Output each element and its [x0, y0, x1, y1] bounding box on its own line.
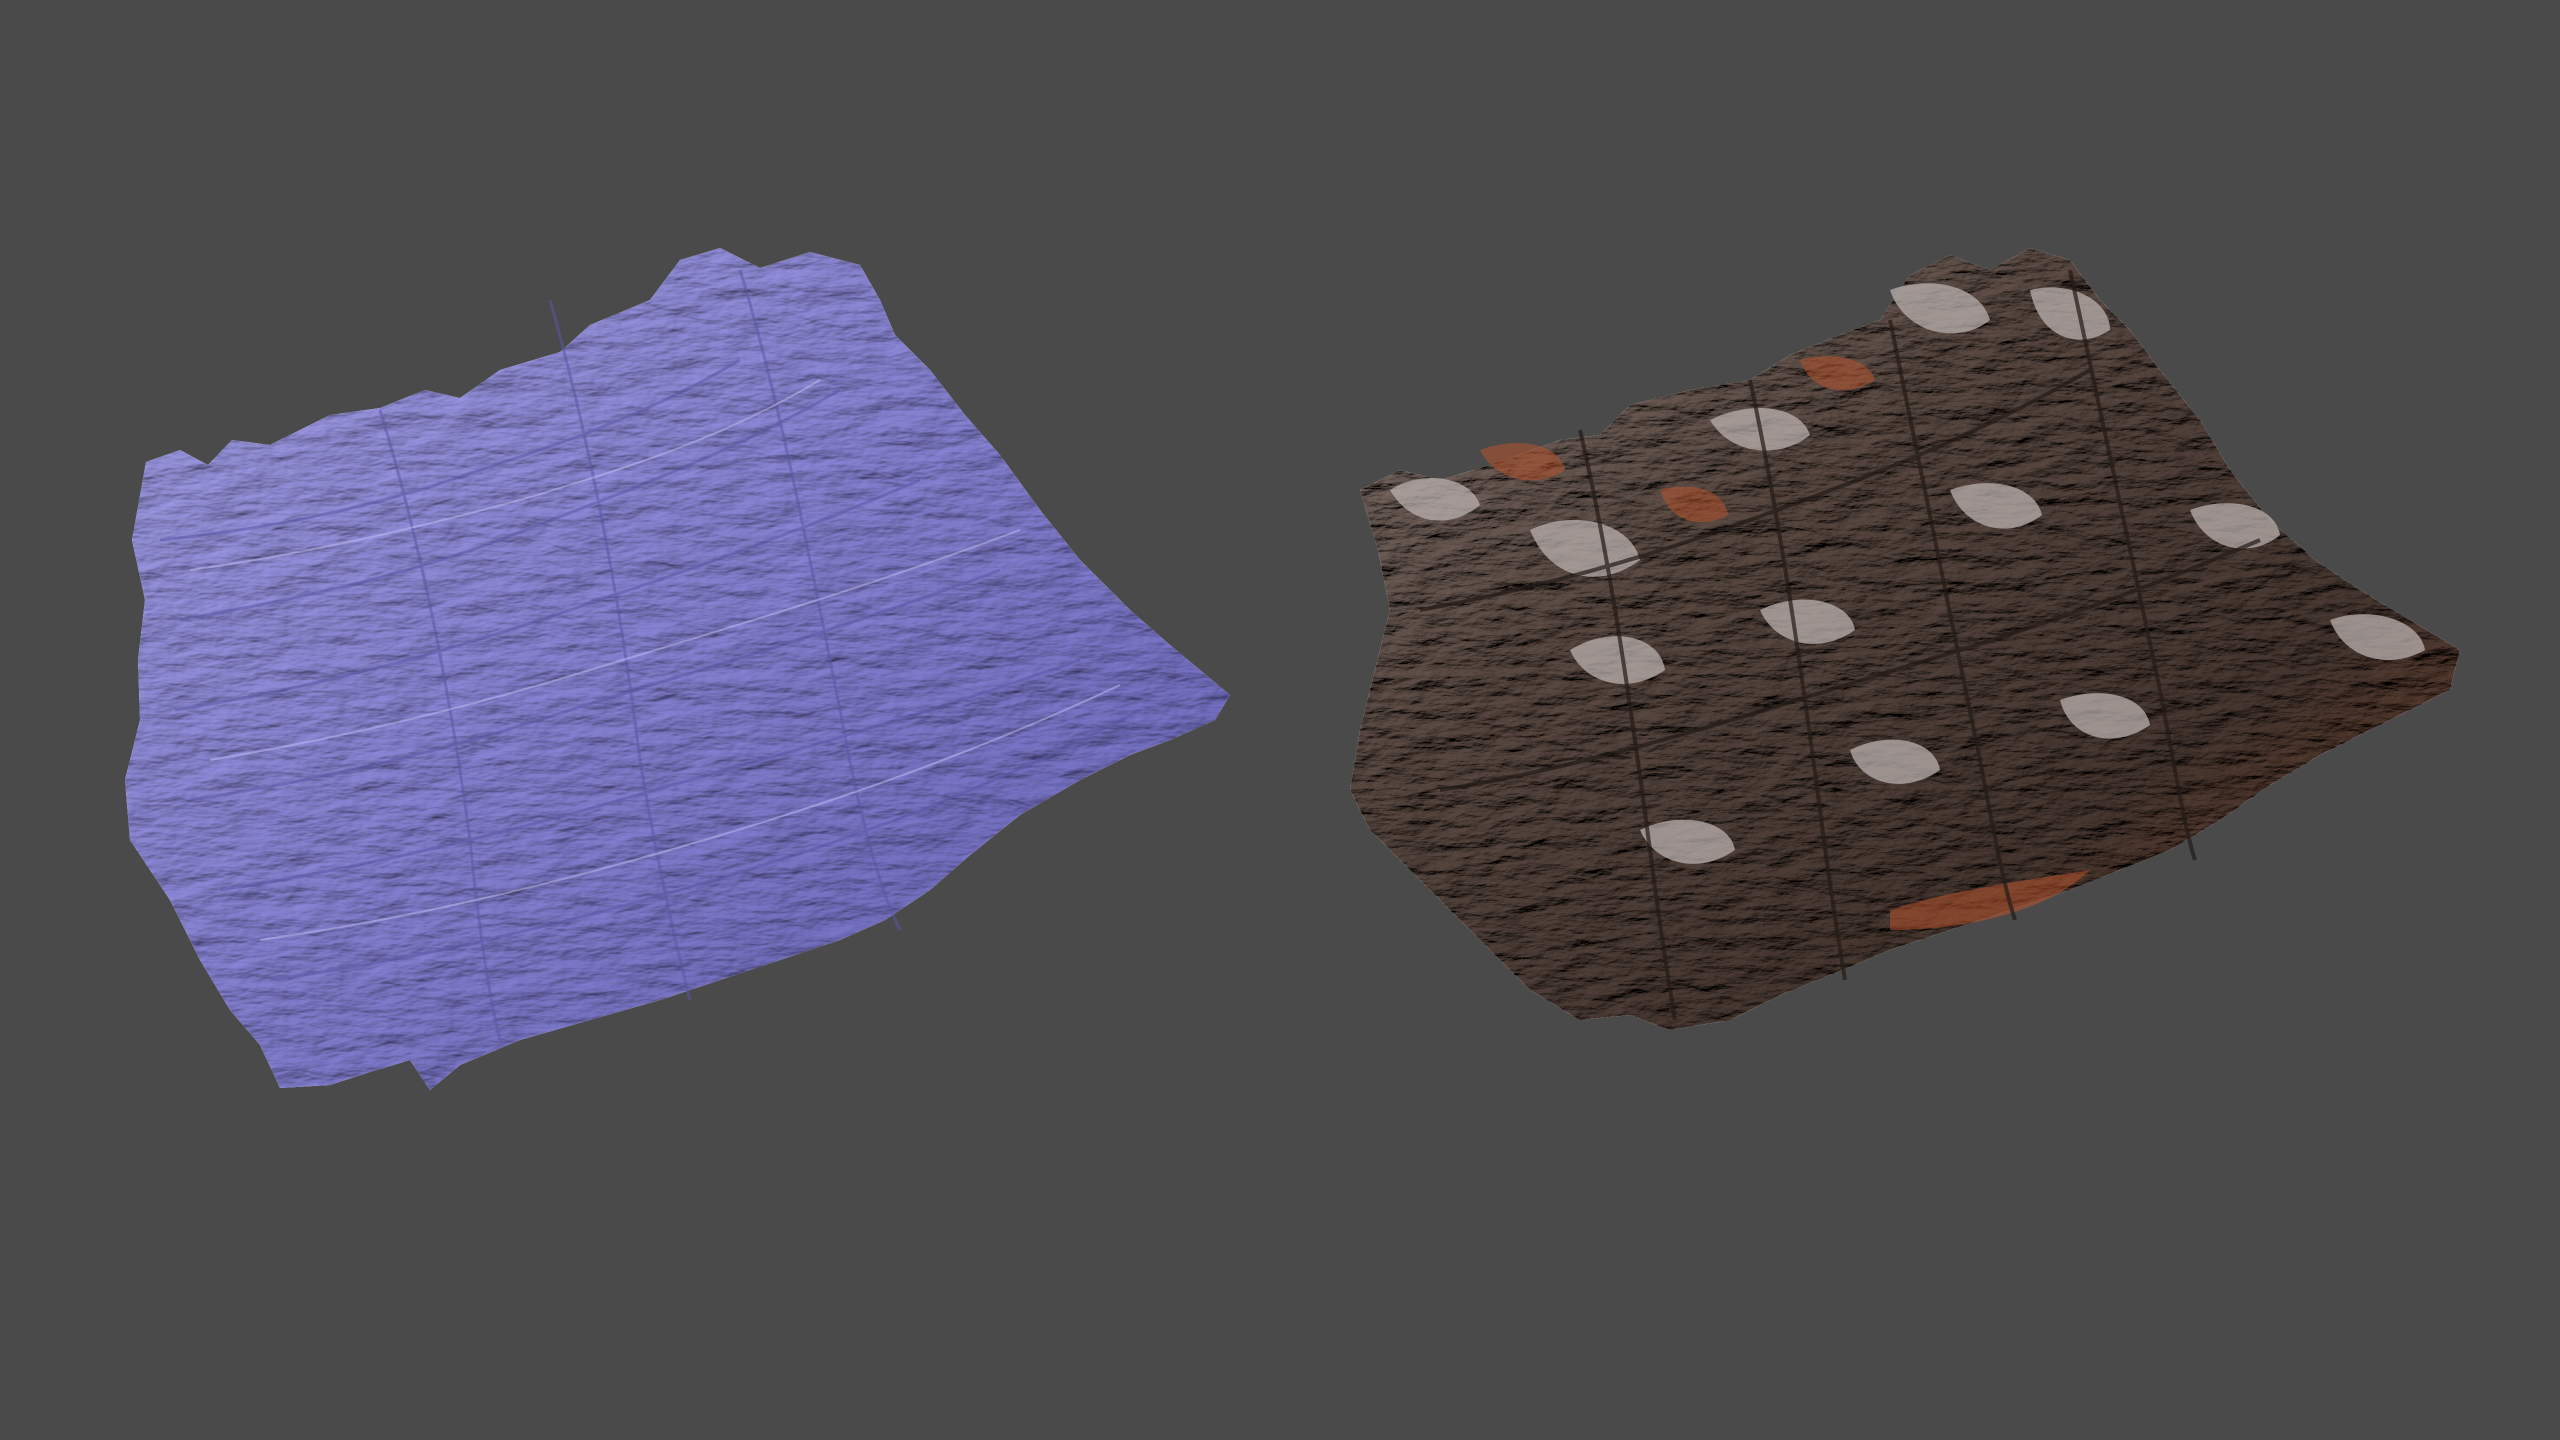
clay-bark-scan-model: [125, 248, 1230, 1090]
3d-viewport[interactable]: [0, 0, 2560, 1440]
textured-bark-scan-model: [1350, 248, 2460, 1030]
